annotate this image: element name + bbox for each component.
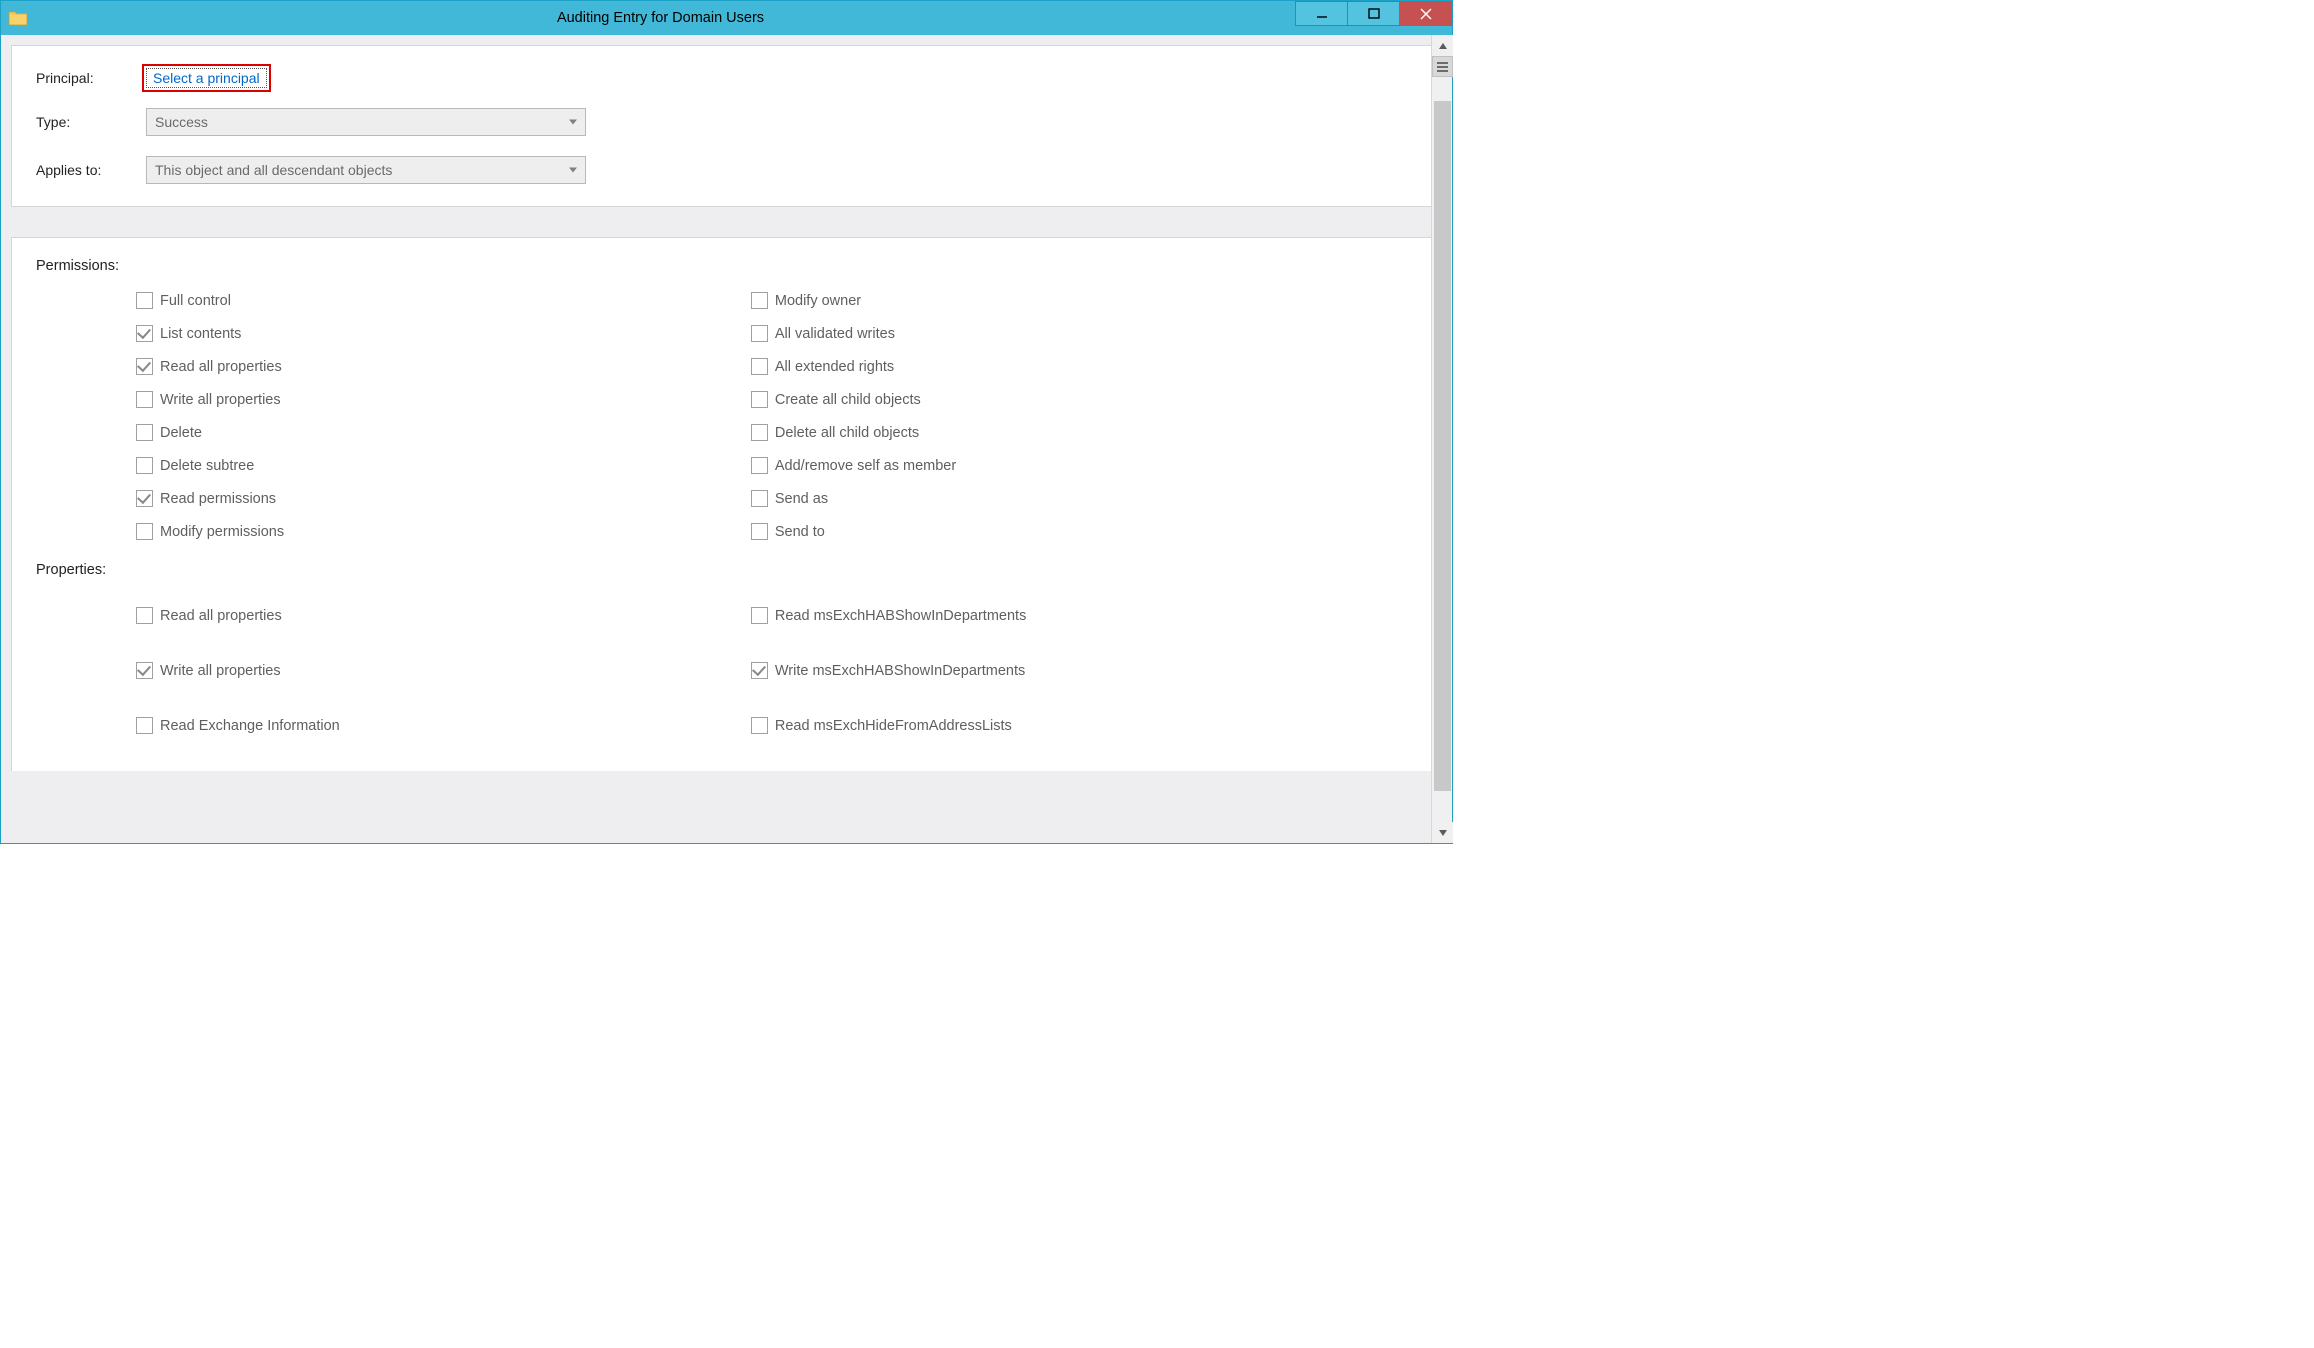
property-row: Write all properties [136,643,751,698]
maximize-button[interactable] [1347,1,1400,26]
permission-row: Read all properties [136,350,751,383]
permissions-col-right: Modify owner All validated writes All exte… [751,284,1366,548]
permission-checkbox[interactable] [136,424,153,441]
property-row: Write msExchHABShowInDepartments [751,643,1366,698]
permission-row: Modify owner [751,284,1366,317]
permission-label: Read all properties [160,359,282,375]
type-value: Success [155,114,208,130]
permission-checkbox[interactable] [136,523,153,540]
permission-row: Delete [136,416,751,449]
permission-row: Delete subtree [136,449,751,482]
applies-value: This object and all descendant objects [155,162,392,178]
permission-label: Write all properties [160,392,281,408]
permission-checkbox[interactable] [751,391,768,408]
scroll-down-icon[interactable] [1432,822,1453,843]
permission-checkbox[interactable] [136,292,153,309]
property-row: Read msExchHideFromAddressLists [751,698,1366,753]
permissions-section: Permissions: Full control List contents Re… [11,237,1442,771]
vertical-scrollbar[interactable] [1431,35,1452,843]
permission-label: Modify permissions [160,524,284,540]
property-label: Read all properties [160,608,282,624]
permission-row: Full control [136,284,751,317]
permission-row: Write all properties [136,383,751,416]
permission-checkbox[interactable] [136,457,153,474]
properties-grid: Read all properties Write all properties R… [136,588,1417,753]
property-label: Read Exchange Information [160,718,340,734]
property-checkbox[interactable] [751,662,768,679]
property-checkbox[interactable] [136,717,153,734]
permission-label: Read permissions [160,491,276,507]
permission-label: Send to [775,524,825,540]
properties-heading: Properties: [36,562,1417,578]
type-combobox[interactable]: Success [146,108,586,136]
property-label: Read msExchHABShowInDepartments [775,608,1026,624]
permission-label: Add/remove self as member [775,458,956,474]
property-label: Write msExchHABShowInDepartments [775,663,1025,679]
permission-label: Modify owner [775,293,861,309]
folder-icon [7,7,29,29]
permission-checkbox[interactable] [136,358,153,375]
permission-checkbox[interactable] [751,325,768,342]
titlebar[interactable]: Auditing Entry for Domain Users [1,1,1452,35]
auditing-entry-window: Auditing Entry for Domain Users Principa… [0,0,1453,844]
permission-checkbox[interactable] [751,523,768,540]
scroll-thumb[interactable] [1434,101,1451,791]
permission-checkbox[interactable] [751,358,768,375]
property-label: Read msExchHideFromAddressLists [775,718,1012,734]
permission-label: List contents [160,326,241,342]
permissions-col-left: Full control List contents Read all proper… [136,284,751,548]
permissions-grid: Full control List contents Read all proper… [136,284,1417,548]
permission-label: Delete all child objects [775,425,919,441]
scroll-up-icon[interactable] [1432,35,1453,56]
permission-checkbox[interactable] [751,292,768,309]
properties-col-right: Read msExchHABShowInDepartments Write msE… [751,588,1366,753]
property-checkbox[interactable] [751,717,768,734]
permission-label: Create all child objects [775,392,921,408]
property-row: Read all properties [136,588,751,643]
window-title: Auditing Entry for Domain Users [29,10,1452,26]
window-buttons [1296,1,1452,26]
property-label: Write all properties [160,663,281,679]
permission-label: All validated writes [775,326,895,342]
permission-row: All validated writes [751,317,1366,350]
permission-row: Create all child objects [751,383,1366,416]
type-label: Type: [36,114,146,130]
permission-checkbox[interactable] [136,391,153,408]
permission-checkbox[interactable] [136,490,153,507]
principal-section: Principal: Select a principal Type: Succ… [11,45,1442,207]
client-area: Principal: Select a principal Type: Succ… [1,35,1452,843]
permission-label: Send as [775,491,828,507]
property-checkbox[interactable] [136,662,153,679]
principal-label: Principal: [36,70,146,86]
property-row: Read Exchange Information [136,698,751,753]
permission-checkbox[interactable] [751,457,768,474]
permission-row: Modify permissions [136,515,751,548]
permission-row: Send as [751,482,1366,515]
permission-label: Full control [160,293,231,309]
property-row: Read msExchHABShowInDepartments [751,588,1366,643]
scroll-options-icon[interactable] [1432,56,1453,77]
permission-label: Delete subtree [160,458,254,474]
permission-label: Delete [160,425,202,441]
minimize-button[interactable] [1295,1,1348,26]
permission-row: Send to [751,515,1366,548]
content-scroll: Principal: Select a principal Type: Succ… [11,45,1442,833]
permission-row: Delete all child objects [751,416,1366,449]
close-button[interactable] [1399,1,1452,26]
permission-label: All extended rights [775,359,894,375]
select-principal-link[interactable]: Select a principal [146,68,267,88]
applies-combobox[interactable]: This object and all descendant objects [146,156,586,184]
permission-checkbox[interactable] [136,325,153,342]
permission-checkbox[interactable] [751,424,768,441]
permissions-heading: Permissions: [36,258,1417,274]
applies-label: Applies to: [36,162,146,178]
permission-checkbox[interactable] [751,490,768,507]
permission-row: All extended rights [751,350,1366,383]
permission-row: Add/remove self as member [751,449,1366,482]
permission-row: List contents [136,317,751,350]
permission-row: Read permissions [136,482,751,515]
property-checkbox[interactable] [751,607,768,624]
properties-col-left: Read all properties Write all properties R… [136,588,751,753]
property-checkbox[interactable] [136,607,153,624]
